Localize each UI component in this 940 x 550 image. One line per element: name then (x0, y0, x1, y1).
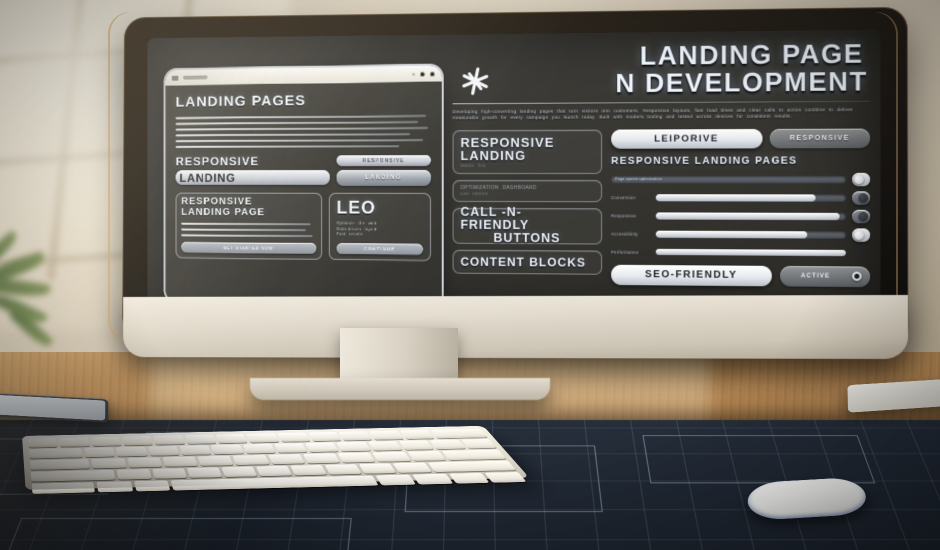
panel-divider (452, 100, 871, 105)
browser-card-button[interactable]: CONTINUE (364, 246, 395, 251)
browser-text-block (175, 114, 431, 149)
panel-columns: RESPONSIVE LANDING Mobile first OPTIMIZA… (452, 128, 871, 287)
seo-toggle-knob-icon (854, 273, 860, 280)
primary-action-button[interactable]: LEIPORIVE (611, 128, 763, 149)
control-row[interactable]: Page speed optimization (611, 172, 871, 187)
card-responsive-landing[interactable]: RESPONSIVE LANDING Mobile first (452, 129, 603, 174)
control-row[interactable]: Performance (611, 245, 870, 260)
panel-top-buttons: LEIPORIVE RESPONSIVE (611, 128, 871, 149)
browser-section-a-heading-1: RESPONSIVE (175, 154, 260, 169)
card-cta-line-1: CALL -N- FRIENDLY (460, 205, 530, 233)
browser-card-title: LEO (336, 197, 376, 218)
control-toggle[interactable] (852, 191, 871, 205)
toggle-knob-icon (854, 230, 864, 240)
card-responsive-landing-sub: Mobile first (460, 163, 487, 169)
control-row[interactable]: Responsive (611, 209, 871, 224)
potted-plant (0, 230, 100, 370)
browser-card-line-3: Fast results (336, 231, 364, 237)
toggle-knob-icon (858, 193, 868, 203)
control-row[interactable]: Conversion (611, 191, 871, 205)
card-optimization-note[interactable]: OPTIMIZATION DASHBOARD Live metrics (452, 179, 603, 203)
panel-section-heading: RESPONSIVE LANDING PAGES (611, 155, 798, 167)
control-label: Performance (611, 249, 639, 255)
card-content-blocks-label: CONTENT BLOCKS (460, 254, 586, 270)
control-row[interactable]: Accessibility (611, 227, 871, 242)
browser-content: LANDING PAGES RESPONSIVE LANDING RESPONS… (166, 82, 442, 307)
card-content-blocks[interactable]: CONTENT BLOCKS (452, 249, 603, 275)
control-toggle[interactable] (852, 228, 871, 242)
design-panel: LANDING PAGE N DEVELOPMENT Developing hi… (452, 38, 871, 318)
panel-card-column: RESPONSIVE LANDING Mobile first OPTIMIZA… (452, 129, 603, 284)
monitor-stand-base (250, 378, 550, 400)
browser-section-b-heading-2: LANDING PAGE (181, 206, 265, 218)
browser-heading: LANDING PAGES (175, 92, 306, 111)
control-label: Page speed optimization (615, 176, 663, 181)
page-favicon-icon (172, 75, 179, 81)
panel-title-line-2: N DEVELOPMENT (615, 65, 868, 99)
wireless-keyboard[interactable] (22, 425, 530, 494)
panel-title-block: LANDING PAGE N DEVELOPMENT (453, 38, 870, 99)
control-label: Conversion (611, 194, 636, 201)
control-label: Responsive (611, 213, 637, 219)
toggle-knob-icon (858, 211, 868, 222)
desktop-monitor: LANDING PAGES RESPONSIVE LANDING RESPONS… (108, 6, 909, 348)
browser-section-a-heading-2: LANDING (179, 170, 236, 185)
toggle-knob-icon (854, 174, 864, 184)
screen-canvas: LANDING PAGES RESPONSIVE LANDING RESPONS… (147, 30, 880, 327)
control-toggle[interactable] (852, 209, 871, 224)
seo-friendly-button[interactable]: SEO-FRIENDLY (611, 264, 772, 287)
panel-control-column: LEIPORIVE RESPONSIVE RESPONSIVE LANDING … (611, 128, 871, 287)
monitor-screen: LANDING PAGES RESPONSIVE LANDING RESPONS… (147, 29, 881, 327)
card-responsive-landing-line-2: LANDING (460, 148, 527, 164)
control-toggle[interactable] (852, 172, 871, 187)
maximize-dot-icon[interactable] (419, 71, 425, 77)
desk-workspace-scene: LANDING PAGES RESPONSIVE LANDING RESPONS… (0, 0, 940, 550)
control-label: Accessibility (611, 231, 639, 237)
panel-footer-row: SEO-FRIENDLY ACTIVE (611, 264, 871, 287)
browser-button-primary[interactable]: RESPONSIVE (363, 157, 405, 163)
panel-paragraph: Developing high-converting landing pages… (452, 107, 853, 121)
card-cta-line-2: BUTTONS (493, 231, 561, 246)
browser-button-secondary[interactable]: LANDING (365, 175, 401, 181)
secondary-action-button[interactable]: RESPONSIVE (769, 128, 871, 149)
minimize-dot-icon[interactable] (411, 72, 415, 76)
seo-toggle[interactable]: ACTIVE (780, 265, 871, 287)
close-dot-icon[interactable] (429, 71, 435, 77)
card-optimization-sub: Live metrics (460, 191, 489, 197)
seo-toggle-label: ACTIVE (800, 273, 831, 280)
starburst-icon (461, 67, 489, 96)
card-call-to-action[interactable]: CALL -N- FRIENDLY BUTTONS (452, 205, 603, 246)
browser-window[interactable]: LANDING PAGES RESPONSIVE LANDING RESPONS… (165, 65, 442, 307)
browser-cta-button[interactable]: GET STARTED NOW (223, 245, 273, 250)
blueprint-shape (642, 435, 876, 484)
monitor-chin (123, 294, 909, 360)
address-bar[interactable] (183, 75, 208, 80)
